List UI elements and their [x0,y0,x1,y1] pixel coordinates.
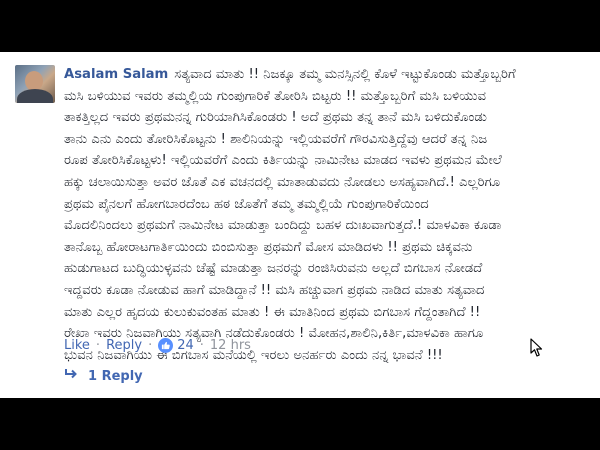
avatar-shoulders [17,89,53,103]
reply-arrow-icon [64,368,78,384]
replies-link[interactable]: 1 Reply [88,369,143,384]
separator: · [148,338,153,353]
comment-author-link[interactable]: Asalam Salam [64,67,168,82]
comment-text: ಸತ್ಯವಾದ ಮಾತು !! ನಿಜಕ್ಕೂ ತಮ್ಮ ಮನಸ್ಸಿನಲ್ಲಿ… [64,67,516,363]
like-link[interactable]: Like [64,338,90,353]
view-replies[interactable]: 1 Reply [64,368,143,384]
like-count[interactable]: 24 [158,338,194,353]
mouse-pointer-icon [530,338,544,362]
avatar-head [25,71,43,91]
comment-actions: Like · Reply · 24 · 12 hrs [64,338,251,353]
comment-timestamp[interactable]: 12 hrs [210,338,251,353]
like-count-value: 24 [177,338,194,353]
comment-body: Asalam Salam ಸತ್ಯವಾದ ಮಾತು !! ನಿಜಕ್ಕೂ ತಮ್ಮ… [64,64,594,366]
reply-link[interactable]: Reply [106,338,142,353]
thumbs-up-icon [158,338,174,353]
comment-card: Asalam Salam ಸತ್ಯವಾದ ಮಾತು !! ನಿಜಕ್ಕೂ ತಮ್ಮ… [0,52,600,398]
separator: · [95,338,101,353]
avatar[interactable] [15,65,55,103]
separator: · [199,338,204,353]
